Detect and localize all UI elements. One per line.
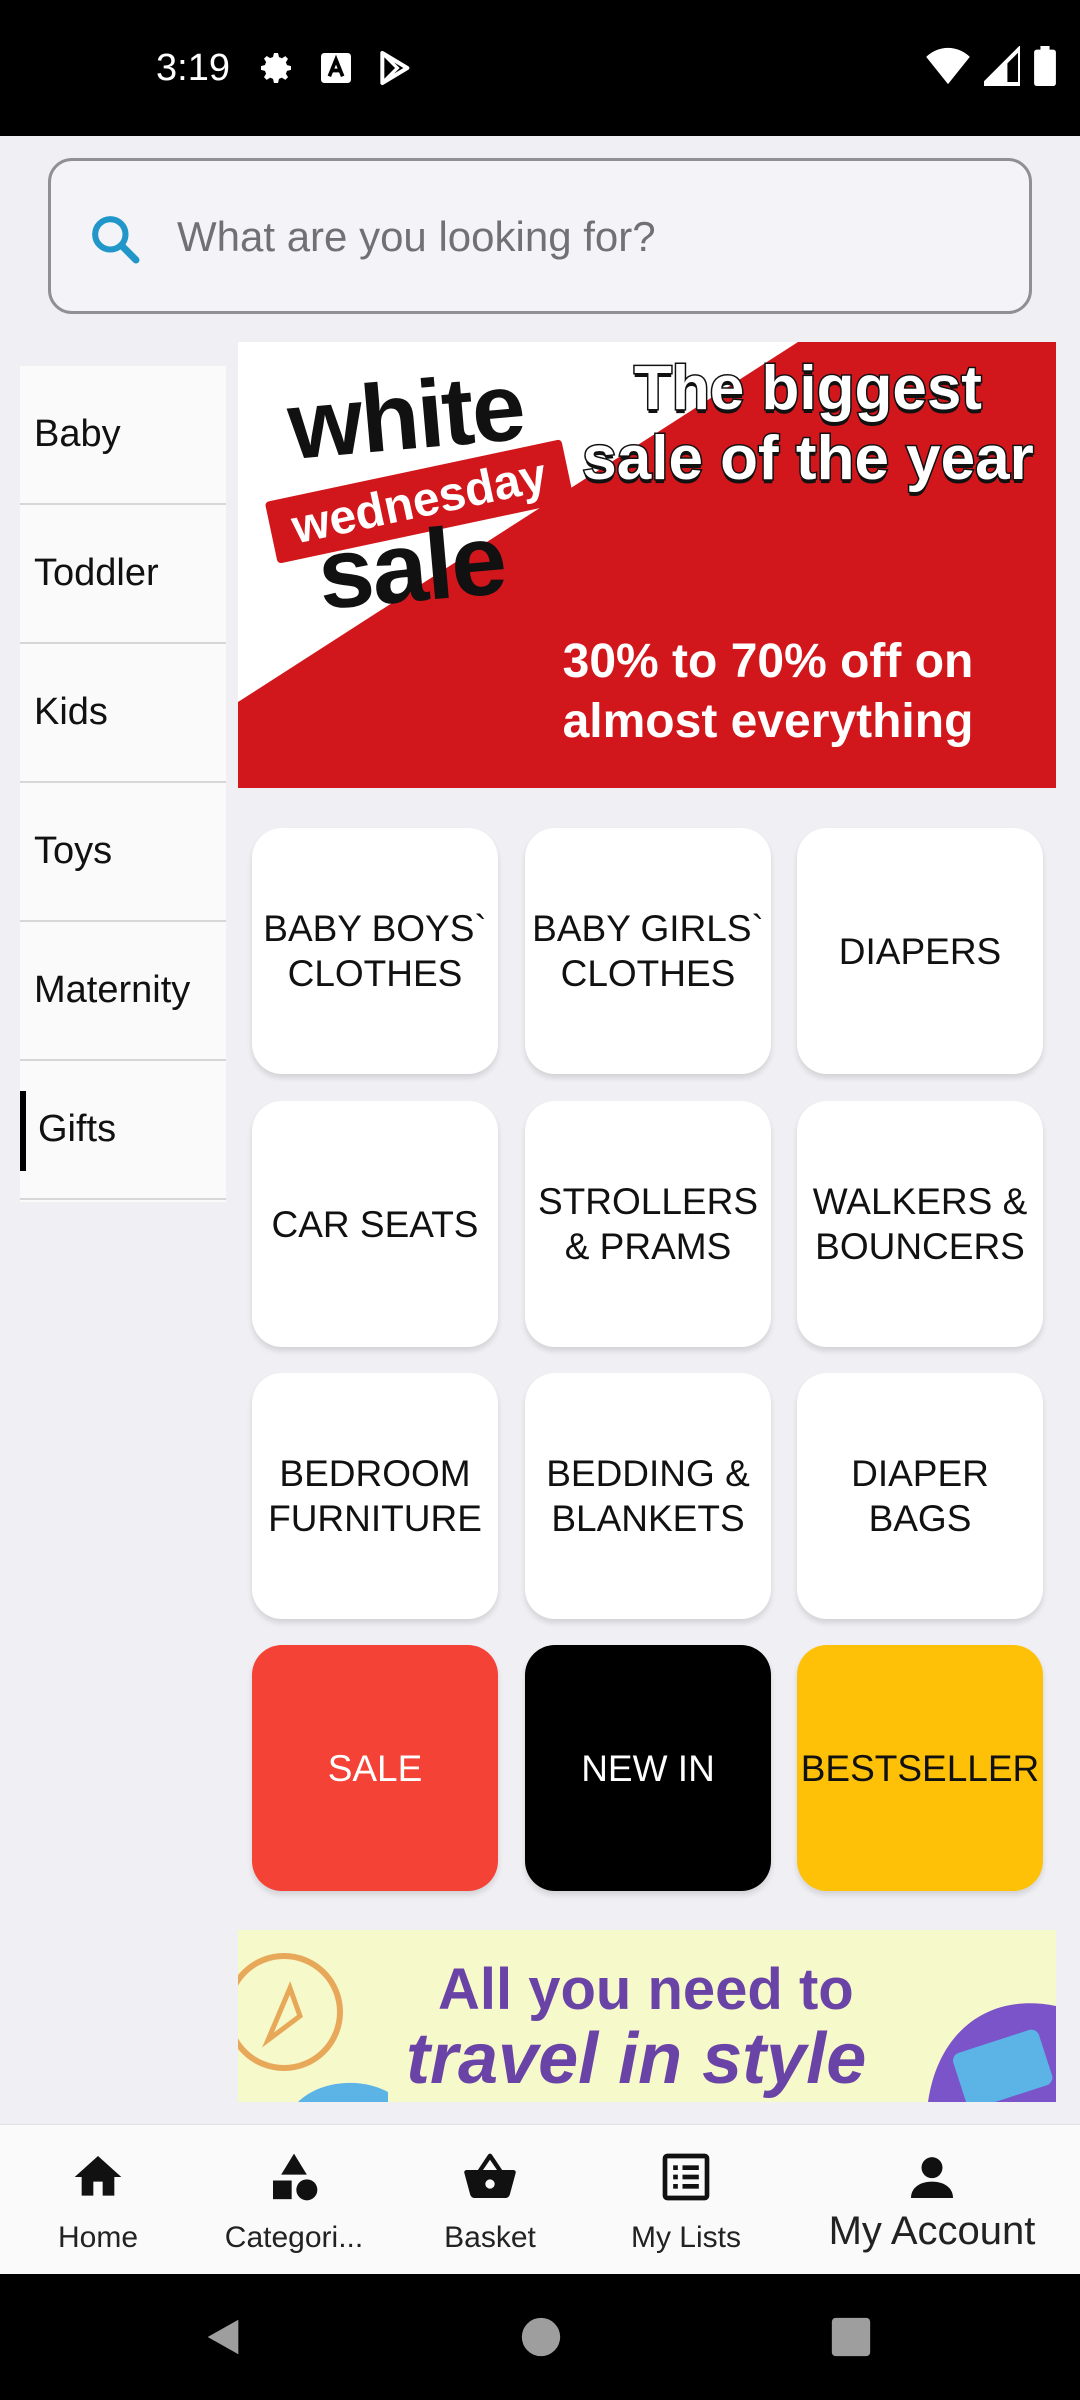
category-tile-label: SALE: [327, 1747, 423, 1789]
sidebar-item-toddler[interactable]: Toddler: [20, 505, 226, 644]
play-store-icon: [380, 51, 410, 85]
sidebar-item-maternity[interactable]: Maternity: [20, 922, 226, 1061]
category-tile-label: CAR SEATS: [271, 1203, 479, 1245]
battery-icon: [1034, 46, 1056, 86]
nav-label: Basket: [444, 2221, 536, 2254]
promo-line2: travel in style: [406, 2019, 867, 2099]
back-icon[interactable]: [200, 2314, 246, 2360]
sidebar-item-kids[interactable]: Kids: [20, 644, 226, 783]
nav-my-lists[interactable]: My Lists: [588, 2125, 784, 2275]
category-tile-label: BABY BOYS` CLOTHES: [263, 908, 487, 994]
category-tile-label: STROLLERS & PRAMS: [537, 1181, 758, 1267]
search-icon: [92, 216, 140, 264]
promo-banner[interactable]: All you need to travel in style: [238, 1930, 1056, 2102]
category-tile-bedding-blankets[interactable]: BEDDING & BLANKETS: [525, 1373, 771, 1619]
nav-label: Categori...: [224, 2221, 364, 2254]
category-tile-walkers-bouncers[interactable]: WALKERS & BOUNCERS: [797, 1101, 1043, 1347]
category-tile-new-in[interactable]: NEW IN: [525, 1645, 771, 1891]
account-icon: [911, 2157, 953, 2198]
list-icon: [662, 2153, 710, 2201]
nav-label: Home: [57, 2221, 139, 2254]
sidebar-item-label: Baby: [34, 413, 121, 455]
sidebar-item-label: Toys: [34, 830, 113, 872]
category-sidebar: Baby Toddler Kids Toys Maternity Gifts: [20, 366, 226, 1202]
category-tile-baby-boys-clothes[interactable]: BABY BOYS` CLOTHES: [252, 828, 498, 1074]
nav-label: My Account: [828, 2209, 1036, 2253]
home-icon: [74, 2156, 122, 2196]
sidebar-item-gifts[interactable]: Gifts: [20, 1061, 226, 1200]
category-tile-diaper-bags[interactable]: DIAPER BAGS: [797, 1373, 1043, 1619]
hero-banner[interactable]: white wednesday sale The biggest sale of…: [238, 342, 1056, 788]
hero-subtext: 30% to 70% off on almost everything: [562, 635, 974, 748]
wifi-icon: [926, 47, 970, 85]
nav-my-account[interactable]: My Account: [800, 2125, 1064, 2275]
category-tile-label: BESTSELLER: [800, 1747, 1040, 1789]
category-tile-car-seats[interactable]: CAR SEATS: [252, 1101, 498, 1347]
categories-icon: [273, 2153, 318, 2201]
category-tile-bestseller[interactable]: BESTSELLER: [797, 1645, 1043, 1891]
nav-basket[interactable]: Basket: [392, 2125, 588, 2275]
sidebar-item-label: Gifts: [38, 1108, 117, 1150]
category-tile-label: BEDROOM FURNITURE: [268, 1453, 482, 1539]
category-tile-diapers[interactable]: DIAPERS: [797, 828, 1043, 1074]
category-tile-strollers-prams[interactable]: STROLLERS & PRAMS: [525, 1101, 771, 1347]
sidebar-item-toys[interactable]: Toys: [20, 783, 226, 922]
system-nav-bar: [0, 2274, 1080, 2400]
promo-line1: All you need to: [438, 1957, 854, 2022]
category-tile-label: DIAPERS: [838, 930, 1002, 972]
sidebar-item-label: Kids: [34, 691, 108, 733]
status-bar: 3:19: [0, 0, 1080, 136]
font-a-icon: [321, 53, 351, 83]
home-circle-icon[interactable]: [518, 2314, 564, 2360]
category-tile-bedroom-furniture[interactable]: BEDROOM FURNITURE: [252, 1373, 498, 1619]
category-tile-sale[interactable]: SALE: [252, 1645, 498, 1891]
bottom-nav: Home Categori... Basket My Lists My Acco…: [0, 2124, 1080, 2274]
nav-categories[interactable]: Categori...: [196, 2125, 392, 2275]
search-input[interactable]: [175, 191, 995, 283]
category-tile-label: NEW IN: [581, 1747, 715, 1789]
nav-home[interactable]: Home: [0, 2125, 196, 2275]
recents-icon[interactable]: [828, 2314, 874, 2360]
status-time: 3:19: [156, 47, 230, 89]
gear-icon: [261, 53, 291, 83]
category-tile-label: WALKERS & BOUNCERS: [812, 1181, 1028, 1267]
category-tile-label: BABY GIRLS` CLOTHES: [532, 908, 764, 994]
category-tile-label: BEDDING & BLANKETS: [546, 1453, 750, 1539]
nav-label: My Lists: [630, 2221, 741, 2254]
sidebar-item-label: Toddler: [34, 552, 159, 594]
sidebar-item-baby[interactable]: Baby: [20, 366, 226, 505]
search-bar[interactable]: [48, 158, 1032, 314]
category-tile-label: DIAPER BAGS: [851, 1453, 989, 1539]
hero-headline: The biggest sale of the year: [581, 353, 1035, 495]
signal-icon: [984, 46, 1020, 86]
basket-icon: [464, 2153, 516, 2199]
category-tile-baby-girls-clothes[interactable]: BABY GIRLS` CLOTHES: [525, 828, 771, 1074]
hero-brand-line3: sale: [313, 503, 510, 631]
sidebar-item-label: Maternity: [34, 969, 191, 1011]
